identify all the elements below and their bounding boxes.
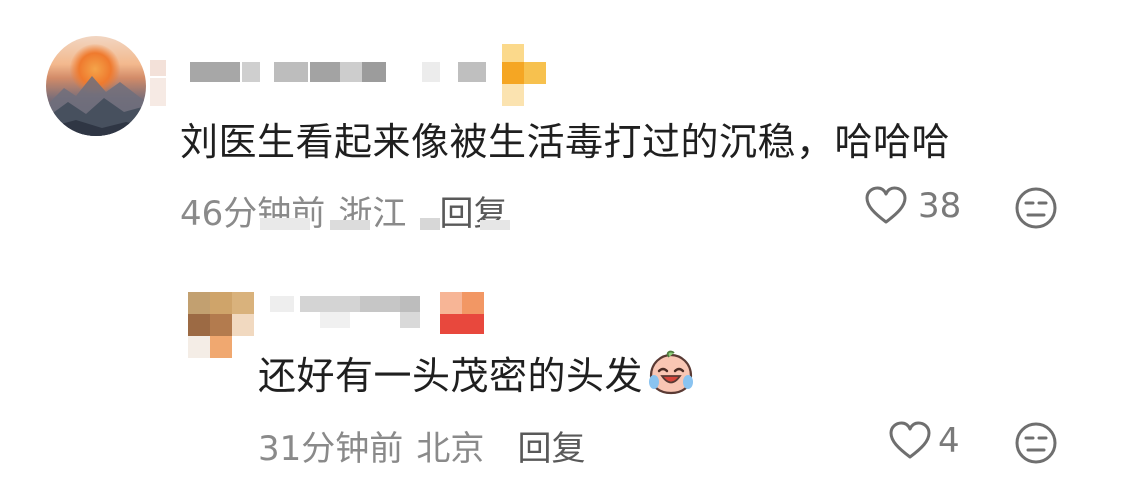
- username-redacted[interactable]: [270, 292, 490, 338]
- neutral-face-icon[interactable]: [1014, 421, 1058, 465]
- crying-laughing-peach-emoji: [647, 349, 695, 404]
- reply-button[interactable]: 回复: [517, 429, 585, 469]
- comment-location: 北京: [416, 429, 485, 469]
- comment-time: 31分钟前: [258, 429, 404, 469]
- like-count: 4: [938, 421, 960, 461]
- redaction-smudge: [240, 218, 560, 234]
- comment-text: 还好有一头茂密的头发: [258, 345, 695, 404]
- avatar[interactable]: [46, 36, 146, 136]
- mountain-landscape-icon: [46, 76, 146, 136]
- heart-outline-icon[interactable]: [864, 186, 908, 226]
- comment-meta: 31分钟前 北京 回复: [258, 421, 585, 470]
- username-redacted[interactable]: [150, 44, 550, 108]
- avatar[interactable]: [188, 292, 254, 358]
- like-count: 38: [918, 186, 962, 226]
- heart-outline-icon[interactable]: [888, 421, 932, 461]
- neutral-face-icon[interactable]: [1014, 186, 1058, 230]
- comment-text-content: 还好有一头茂密的头发: [258, 354, 644, 398]
- comment-text: 刘医生看起来像被生活毒打过的沉稳，哈哈哈: [180, 120, 951, 164]
